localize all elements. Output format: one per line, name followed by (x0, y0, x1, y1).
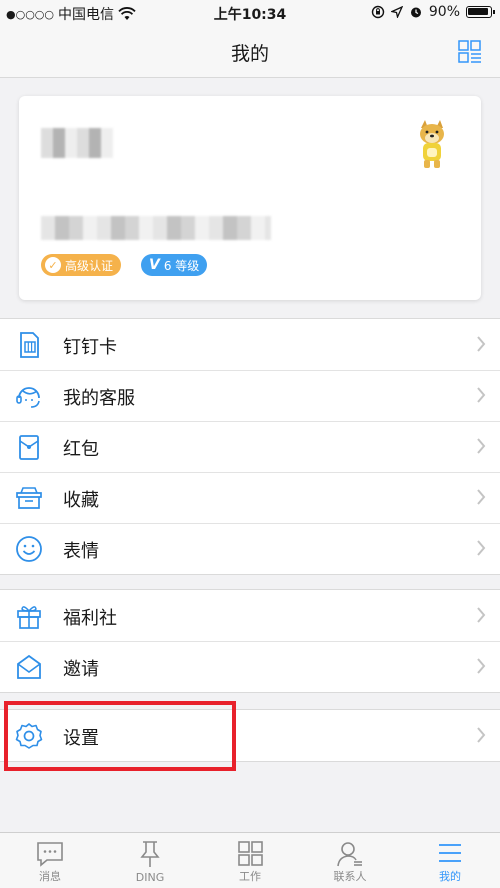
battery-percent: 90% (428, 4, 460, 20)
tab-mine[interactable]: 我的 (400, 833, 500, 888)
chat-icon (37, 842, 63, 867)
menu-label: 收藏 (63, 490, 99, 511)
menu-item-red-envelope[interactable]: 红包 (0, 421, 500, 472)
menu-icon (439, 844, 461, 862)
favorites-box-icon (16, 487, 42, 509)
tab-work[interactable]: 工作 (200, 833, 300, 888)
customer-service-icon (16, 387, 40, 408)
certification-badge[interactable]: ✓ 高级认证 (41, 254, 122, 276)
menu-item-emoji[interactable]: 表情 (0, 523, 500, 574)
status-right: 90% (371, 4, 495, 20)
location-arrow-icon (390, 6, 403, 18)
tab-label: DING (135, 871, 165, 884)
menu-label: 我的客服 (63, 388, 135, 409)
rotation-lock-icon (371, 5, 385, 19)
blurred-account-info (41, 216, 271, 240)
menu-item-dingding-card[interactable]: 钉钉卡 (0, 319, 500, 370)
menu-label: 福利社 (63, 608, 117, 629)
sim-card-icon (20, 332, 39, 358)
grid-icon (238, 841, 263, 866)
chevron-right-icon (477, 540, 486, 556)
level-mark: V (149, 257, 160, 273)
certification-label: 高级认证 (65, 258, 114, 273)
gift-icon (17, 606, 41, 629)
check-icon: ✓ (45, 257, 61, 273)
tab-ding[interactable]: DING (100, 833, 200, 888)
chevron-right-icon (477, 658, 486, 674)
menu-item-customer-service[interactable]: 我的客服 (0, 370, 500, 421)
smiley-icon (16, 536, 42, 562)
alarm-icon (410, 7, 421, 18)
level-label: 6 等级 (163, 258, 200, 273)
level-badge[interactable]: V 6 等级 (141, 254, 208, 276)
tab-label: 消息 (39, 870, 61, 883)
nav-bar: 我的 (0, 26, 500, 78)
status-bar: ●○○○○ 中国电信 上午10:34 90% (0, 0, 500, 26)
pin-icon (140, 841, 160, 867)
menu-item-welfare[interactable]: 福利社 (0, 590, 500, 641)
menu-group-main: 钉钉卡 我的客服 红包 收藏 表情 (0, 318, 500, 575)
battery-icon (466, 6, 495, 18)
menu-group-social: 福利社 邀请 (0, 589, 500, 693)
tab-label: 我的 (439, 870, 461, 883)
doge-avatar-icon (420, 120, 444, 168)
menu-label: 红包 (63, 439, 99, 460)
blurred-username (41, 128, 113, 158)
chevron-right-icon (477, 336, 486, 352)
red-envelope-icon (19, 435, 39, 460)
envelope-icon (17, 654, 41, 679)
tab-messages[interactable]: 消息 (0, 833, 100, 888)
grid-list-button[interactable] (458, 40, 482, 64)
chevron-right-icon (477, 387, 486, 403)
bottom-tab-bar: 消息 DING 工作 联系人 我的 (0, 832, 500, 888)
menu-item-invite[interactable]: 邀请 (0, 641, 500, 692)
chevron-right-icon (477, 607, 486, 623)
tab-label: 联系人 (333, 870, 367, 883)
tab-contacts[interactable]: 联系人 (300, 833, 400, 888)
chevron-right-icon (477, 489, 486, 505)
menu-label: 钉钉卡 (63, 337, 117, 358)
menu-label: 邀请 (63, 659, 99, 680)
page-title: 我的 (230, 43, 269, 65)
menu-item-favorites[interactable]: 收藏 (0, 472, 500, 523)
tab-label: 工作 (239, 870, 261, 883)
contacts-icon (337, 842, 362, 867)
profile-card[interactable]: ✓ 高级认证 V 6 等级 (19, 96, 481, 300)
menu-label: 表情 (63, 541, 99, 562)
chevron-right-icon (477, 727, 486, 743)
settings-highlight-box (4, 701, 236, 771)
chevron-right-icon (477, 438, 486, 454)
